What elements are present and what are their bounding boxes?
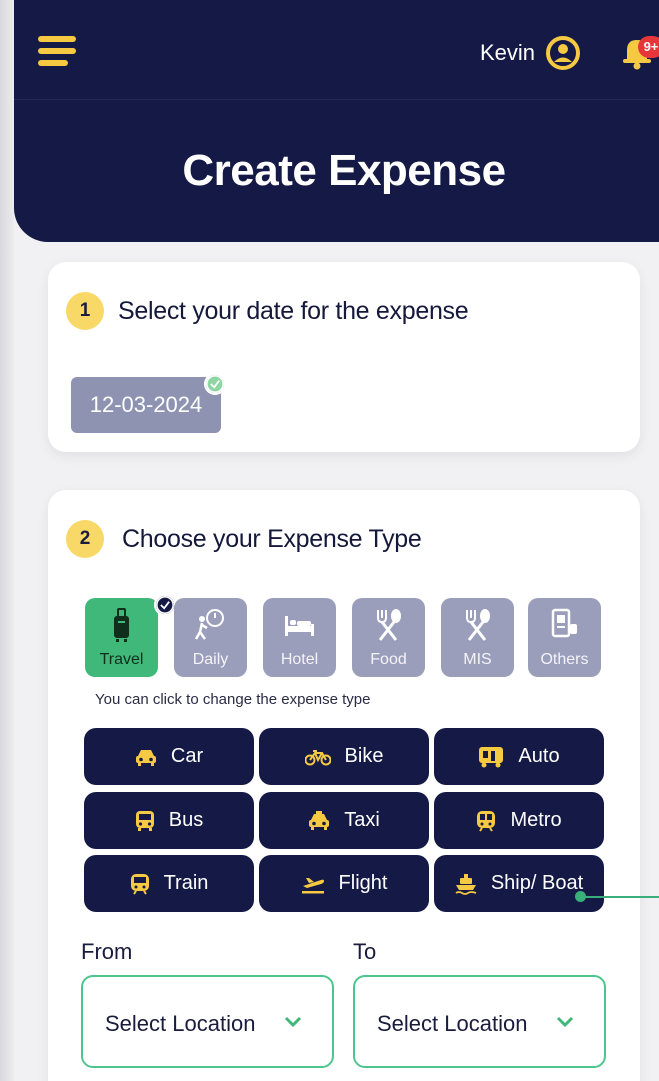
step-label: Select your date for the expense [118,297,469,325]
to-label: To [353,939,377,964]
step-number-badge: 1 [66,292,104,330]
expense-type-label: MIS [463,651,492,668]
mode-label: Bike [344,745,384,767]
fork-spoon-icon [377,609,401,641]
mode-label: Car [170,745,204,767]
plane-icon [301,877,324,893]
ship-icon [455,873,477,895]
mode-label: Auto [518,745,560,767]
expense-type-label: Food [370,651,407,668]
mode-flight-button[interactable]: Flight [259,855,429,912]
notification-badge: 9+ [638,36,659,58]
step-number-badge: 2 [66,520,104,558]
user-avatar-icon[interactable] [545,35,581,71]
top-bar: Kevin 9+ [14,0,659,100]
expense-type-mis[interactable]: MIS [441,598,514,677]
fork-spoon-icon [466,609,490,641]
to-location-select[interactable]: Select Location [353,975,606,1068]
bus-icon [135,810,154,831]
mode-label: Ship/ Boat [490,872,584,894]
date-picker-button[interactable]: 12-03-2024 [71,377,221,433]
expense-type-food[interactable]: Food [352,598,425,677]
car-icon [135,749,156,766]
mode-car-button[interactable]: Car [84,728,254,785]
daily-icon [194,609,224,640]
mode-bus-button[interactable]: Bus [84,792,254,849]
luggage-icon [114,608,129,642]
mode-train-button[interactable]: Train [84,855,254,912]
mode-label: Metro [510,809,562,831]
background-edge [0,0,14,1081]
selected-check-icon [154,594,176,616]
receipt-icon [551,608,577,638]
expense-type-hotel[interactable]: Hotel [263,598,336,677]
expense-type-others[interactable]: Others [528,598,601,677]
mode-ship-boat-button[interactable]: Ship/ Boat [434,855,604,912]
annotation-line [581,896,659,898]
auto-rickshaw-icon [479,746,504,767]
user-name: Kevin [480,40,536,65]
step-label: Choose your Expense Type [122,525,422,553]
menu-icon[interactable] [38,36,76,66]
check-icon [204,373,226,395]
mode-label: Bus [168,809,204,831]
expense-type-label: Daily [192,651,229,668]
expense-type-label: Others [540,651,589,668]
train-icon [130,873,149,895]
from-location-placeholder: Select Location [105,1011,256,1036]
metro-icon [477,810,496,832]
chevron-down-icon [556,1016,574,1028]
bed-icon [285,616,314,636]
mode-metro-button[interactable]: Metro [434,792,604,849]
expense-type-label: Hotel [280,651,319,668]
taxi-icon [309,810,330,830]
mode-bike-button[interactable]: Bike [259,728,429,785]
annotation-dot [575,891,586,902]
expense-type-label: Travel [99,651,144,668]
mode-label: Train [163,872,209,894]
mode-taxi-button[interactable]: Taxi [259,792,429,849]
mode-label: Taxi [344,809,380,831]
mode-label: Flight [338,872,388,894]
mode-auto-button[interactable]: Auto [434,728,604,785]
chevron-down-icon [284,1016,302,1028]
from-location-select[interactable]: Select Location [81,975,334,1068]
bike-icon [304,749,331,765]
expense-type-hint: You can click to change the expense type [95,691,371,708]
page-title: Create Expense [182,146,506,195]
app-screen: Kevin 9+ Create Expense 1 Select your da… [14,0,659,1081]
to-location-placeholder: Select Location [377,1011,528,1036]
expense-type-daily[interactable]: Daily [174,598,247,677]
expense-type-travel[interactable]: Travel [85,598,158,677]
from-label: From [81,939,133,964]
app-header: Kevin 9+ Create Expense [14,0,659,242]
